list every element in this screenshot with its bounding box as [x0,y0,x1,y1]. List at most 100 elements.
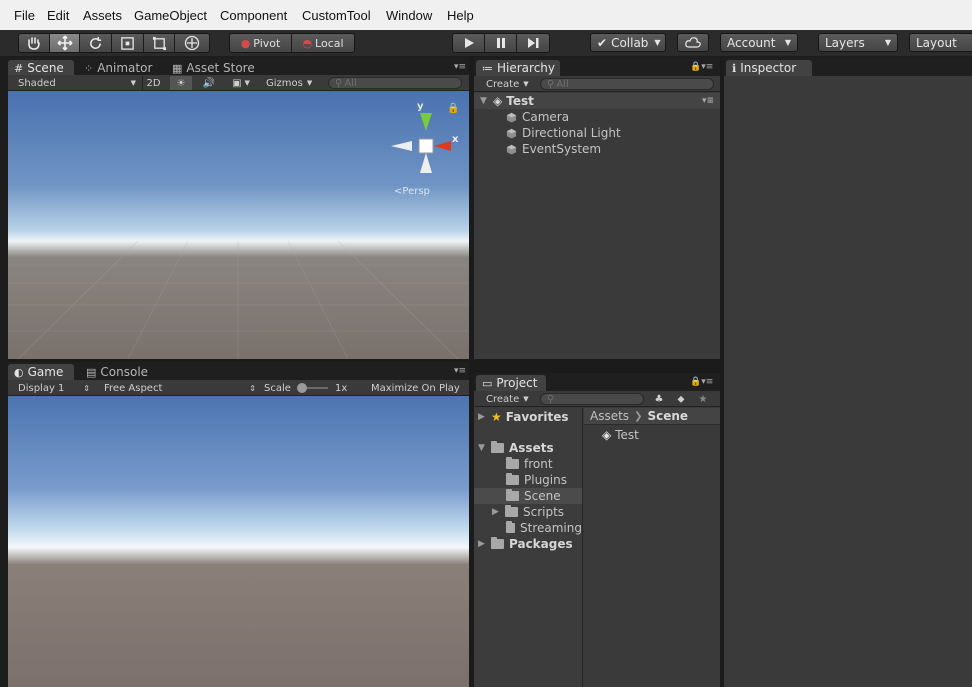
sun-icon: ☀ [176,77,186,89]
menu-window[interactable]: Window [386,8,432,23]
scene-root-row[interactable]: ▼ ◈ Test ▾≡ [474,93,720,109]
panel-menu-icon[interactable]: ▾≡ [454,62,466,72]
scale-slider-handle[interactable] [297,383,307,393]
store-icon: ▦ [172,61,183,75]
move-icon [57,35,73,51]
expand-arrow-icon[interactable]: ▼ [480,96,490,106]
gizmos-dropdown[interactable]: Gizmos ▼ [266,76,322,90]
tab-project[interactable]: ▭ Project [476,375,546,391]
panel-lock-menu-icon[interactable]: 🔒▾≡ [690,62,713,72]
rotate-tool-button[interactable] [80,34,113,52]
menu-assets[interactable]: Assets [83,8,122,23]
pause-button[interactable] [485,34,517,52]
hierarchy-search-input[interactable]: ⚲ All [540,78,714,90]
panel-menu-icon[interactable]: ▾≡ [454,366,466,376]
breadcrumb-assets[interactable]: Assets [590,409,629,423]
shading-mode-dropdown[interactable]: Shaded ▼ [18,76,136,90]
hierarchy-item[interactable]: Camera [506,109,569,125]
favorites-row[interactable]: ▶ ★ Favorites [478,409,568,425]
scene-search-input[interactable]: ⚲ All [328,77,462,89]
expand-arrow-icon[interactable]: ▶ [478,412,488,422]
effects-dropdown[interactable]: ▣ ▼ [226,76,256,90]
pivot-button[interactable]: ● Pivot [230,34,293,52]
tab-hierarchy[interactable]: ≔ Hierarchy [476,60,560,76]
account-dropdown[interactable]: Account ▼ [720,33,798,52]
rect-tool-button[interactable] [144,34,176,52]
row-menu-icon[interactable]: ▾≡ [702,96,714,106]
folder-item[interactable]: ▶ Scripts [492,504,564,520]
display-dropdown[interactable]: Display 1 ⇕ [18,381,90,395]
transform-tool-button[interactable] [175,34,209,52]
game-icon: ◐ [14,365,24,379]
scale-tool-button[interactable] [112,34,144,52]
panel-divider[interactable] [474,359,720,373]
menu-component[interactable]: Component [220,8,287,23]
menu-file[interactable]: File [14,8,35,23]
move-tool-button[interactable] [49,34,81,52]
lighting-toggle[interactable]: ☀ [170,76,192,90]
folder-item-selected[interactable]: Scene [474,488,582,504]
play-button[interactable] [453,34,485,52]
expand-arrow-icon[interactable]: ▼ [478,443,488,453]
console-icon: ▤ [86,365,97,379]
tab-game[interactable]: ◐ Game [8,364,74,380]
filter-type-button[interactable]: ♣ [650,392,668,406]
step-button[interactable] [517,34,549,52]
expand-arrow-icon[interactable]: ▶ [478,539,488,549]
project-create-dropdown[interactable]: Create ▼ [486,392,529,406]
tab-inspector[interactable]: ℹ Inspector [726,60,812,76]
folder-icon [505,505,518,517]
inspector-panel [724,76,972,687]
tab-scene[interactable]: # Scene [8,60,74,76]
menu-help[interactable]: Help [447,8,474,23]
unity-scene-icon: ◈ [493,94,503,108]
menu-edit[interactable]: Edit [47,8,69,23]
menu-gameobject[interactable]: GameObject [134,8,207,23]
step-icon [528,38,539,48]
filter-label-button[interactable]: ⬥ [672,392,690,406]
folder-item[interactable]: Plugins [506,472,567,488]
lock-icon[interactable]: 🔒 [447,103,459,114]
packages-row[interactable]: ▶ Packages [478,536,573,552]
tab-asset-store[interactable]: ▦ Asset Store [166,60,261,76]
favorite-button[interactable]: ★ [694,392,712,406]
breadcrumb-scene[interactable]: Scene [647,409,688,423]
aspect-dropdown[interactable]: Free Aspect ⇕ [104,381,256,395]
tab-animator[interactable]: ⁘ Animator [78,60,158,76]
scene-viewport[interactable]: y x 🔒 <Persp [8,91,469,359]
collab-dropdown[interactable]: ✔ Collab ▼ [590,33,666,52]
panel-lock-menu-icon[interactable]: 🔒▾≡ [690,377,713,387]
file-item[interactable]: ◈ Test [602,427,639,443]
speaker-icon: 🔊 [202,77,216,89]
perspective-label[interactable]: <Persp [394,186,430,197]
menu-customtool[interactable]: CustomTool [302,8,371,23]
game-toolbar: Display 1 ⇕ Free Aspect ⇕ Scale 1x Maxim… [8,380,469,396]
2d-toggle[interactable]: 2D [142,76,164,90]
caret-down-icon: ▼ [654,38,661,47]
hierarchy-icon: ≔ [482,61,493,75]
expand-arrow-icon[interactable]: ▶ [492,507,502,517]
star-icon: ★ [491,410,502,424]
assets-row[interactable]: ▼ Assets [478,440,554,456]
inspector-tabstrip: ℹ Inspector [724,58,972,76]
layout-dropdown[interactable]: Layout [909,33,972,52]
hierarchy-panel: Create ▼ ⚲ All ▼ ◈ Test ▾≡ Camera Direct… [474,76,720,359]
hand-tool-button[interactable] [19,34,50,52]
hierarchy-item[interactable]: Directional Light [506,125,621,141]
audio-toggle[interactable]: 🔊 [198,76,220,90]
tab-console[interactable]: ▤ Console [80,364,154,380]
game-viewport[interactable] [8,396,469,687]
folder-item[interactable]: Streaming [506,520,582,536]
maximize-on-play-toggle[interactable]: Maximize On Play [371,381,460,395]
hierarchy-item[interactable]: EventSystem [506,141,601,157]
chevron-right-icon: ❯ [634,410,643,422]
folder-item[interactable]: front [506,456,553,472]
cloud-button[interactable] [677,33,709,52]
layers-dropdown[interactable]: Layers ▼ [818,33,898,52]
folder-icon [491,441,504,453]
hierarchy-create-dropdown[interactable]: Create ▼ [486,77,529,91]
local-button[interactable]: ◓ Local [292,34,354,52]
project-search-input[interactable]: ⚲ [540,393,644,405]
rotate-icon [90,36,102,49]
transform-tools [18,33,210,53]
